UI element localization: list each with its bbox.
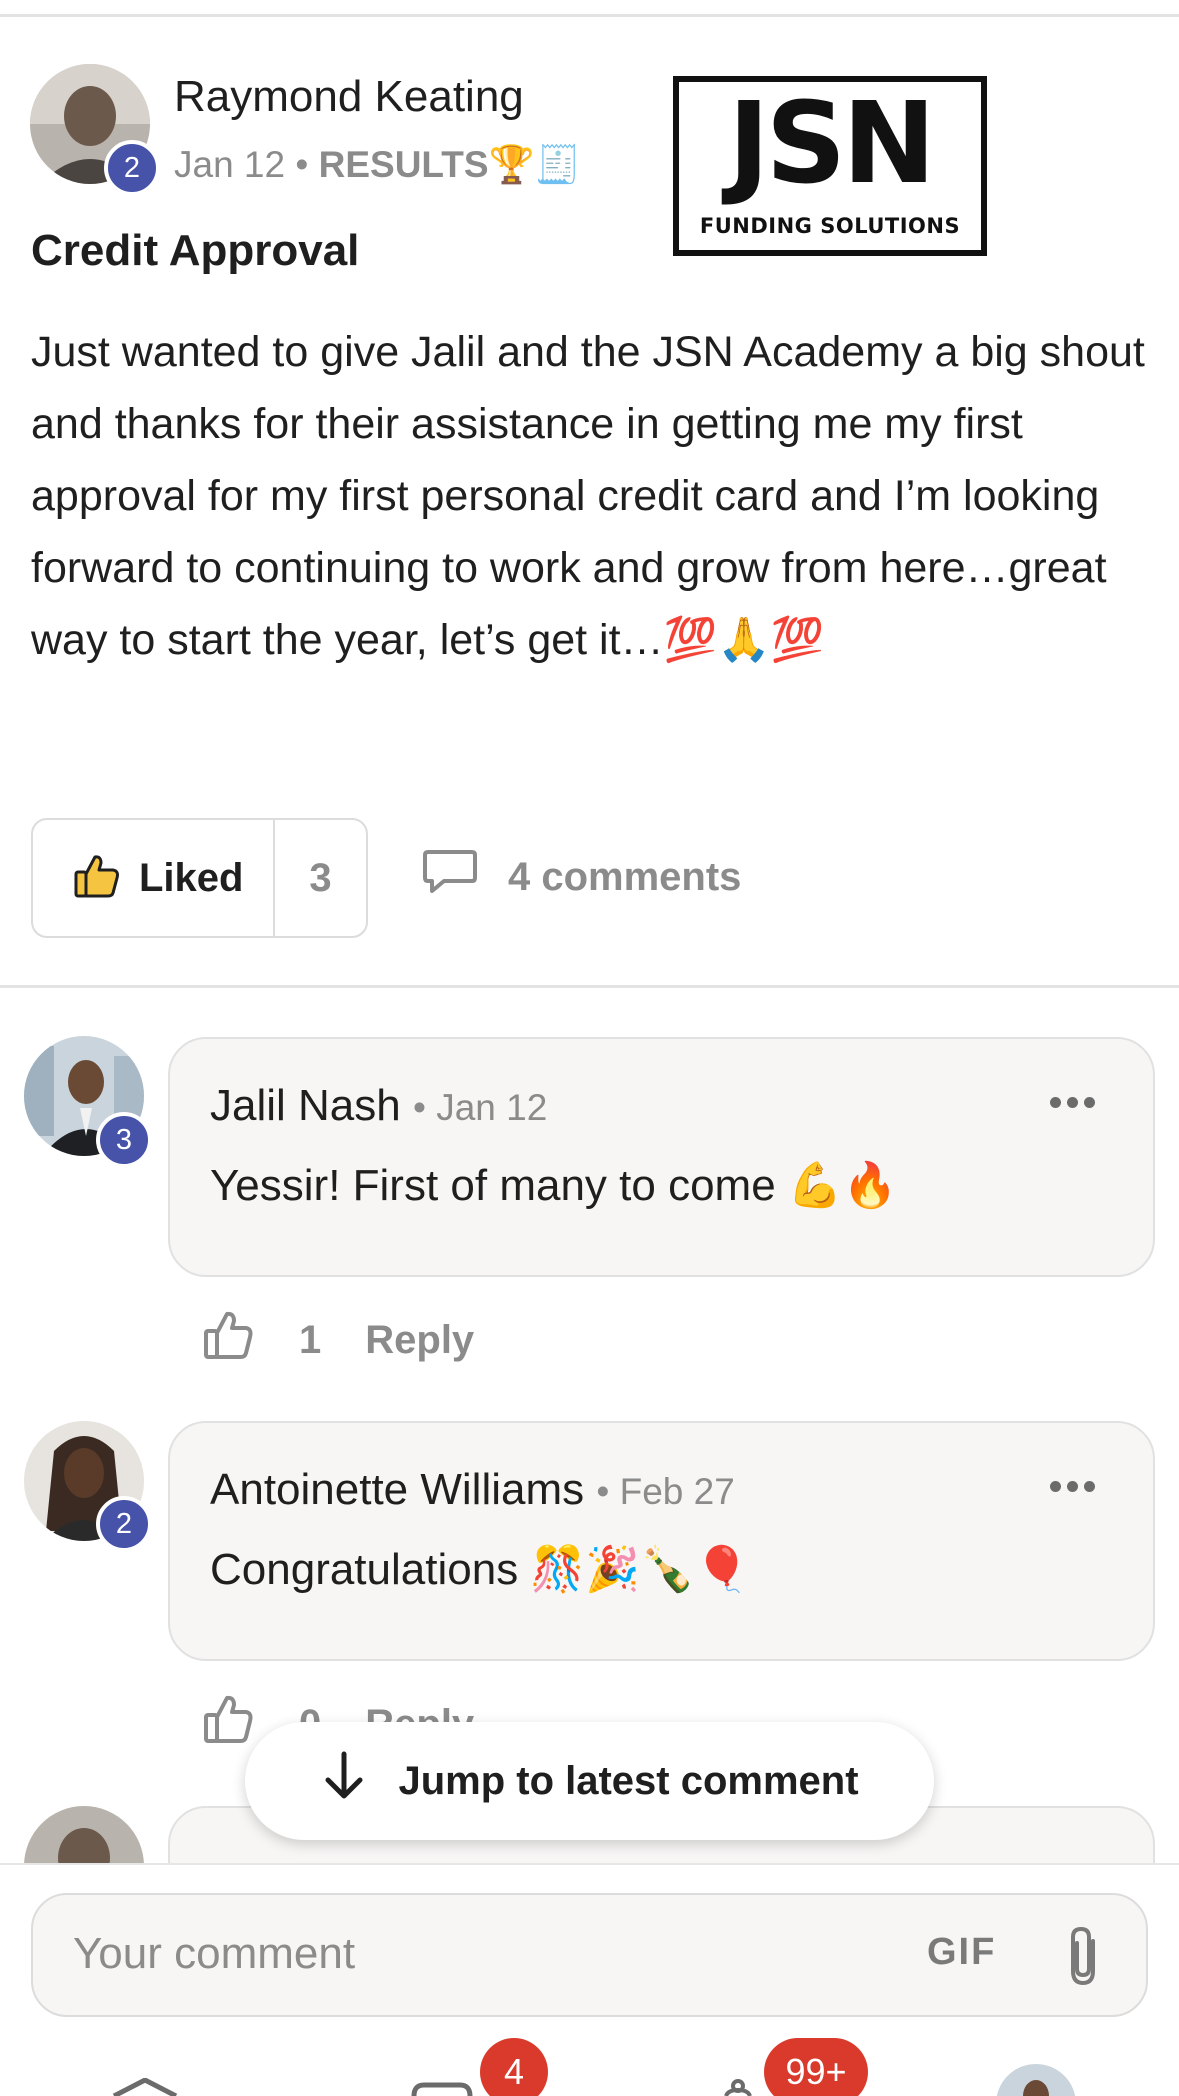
comments-link[interactable]: 4 comments	[422, 848, 741, 906]
comment-author-name[interactable]: Jalil Nash	[210, 1081, 401, 1130]
comments-count-label: 4 comments	[508, 854, 742, 899]
top-divider	[0, 14, 1179, 17]
post-date: Jan 12	[174, 144, 286, 185]
section-divider	[0, 985, 1179, 988]
logo-text: JSN	[727, 79, 936, 209]
more-options-icon[interactable]	[1050, 1481, 1095, 1492]
comment-text: Yessir! First of many to come 💪🔥	[210, 1161, 898, 1210]
commenter-level-badge: 3	[96, 1112, 152, 1168]
like-button[interactable]: Liked	[33, 820, 275, 936]
comment-bubble: Antoinette Williams • Feb 27 Congratulat…	[168, 1421, 1155, 1661]
comment-bubble-icon	[422, 848, 478, 906]
author-name[interactable]: Raymond Keating	[174, 72, 524, 122]
comment-text: Congratulations 🎊🎉🍾🎈	[210, 1545, 750, 1594]
comment-author-line: Jalil Nash • Jan 12	[210, 1081, 547, 1131]
jsn-logo-image[interactable]: JSN FUNDING SOLUTIONS	[673, 76, 987, 256]
thumbs-up-icon	[73, 853, 121, 904]
meta-separator: •	[295, 144, 309, 185]
commenter-level-badge: 2	[96, 1496, 152, 1552]
gif-button[interactable]: GIF	[927, 1931, 996, 1974]
like-control: Liked 3	[31, 818, 368, 938]
thumbs-up-outline-icon[interactable]	[203, 1310, 255, 1370]
post-category[interactable]: RESULTS🏆🧾	[319, 144, 581, 185]
comment-bubble: Jalil Nash • Jan 12 Yessir! First of man…	[168, 1037, 1155, 1277]
comment-input[interactable]: Your comment GIF	[31, 1893, 1148, 2017]
like-count[interactable]: 3	[275, 856, 366, 901]
jump-label: Jump to latest comment	[398, 1758, 859, 1803]
logo-subtext: FUNDING SOLUTIONS	[699, 214, 961, 238]
home-icon[interactable]	[110, 2077, 180, 2096]
post-title: Credit Approval	[31, 226, 360, 275]
comment-date: • Jan 12	[412, 1087, 548, 1128]
like-label: Liked	[139, 855, 244, 900]
notifications-badge: 99+	[764, 2038, 868, 2096]
author-level-badge: 2	[104, 140, 160, 196]
comment-like-count: 1	[299, 1317, 322, 1362]
comment-author-name[interactable]: Antoinette Williams	[210, 1465, 584, 1514]
bell-icon[interactable]	[718, 2078, 758, 2096]
paperclip-icon[interactable]	[1063, 1923, 1103, 1994]
reply-button[interactable]: Reply	[365, 1318, 474, 1363]
post-meta: Jan 12 • RESULTS🏆🧾	[174, 144, 581, 187]
comment-actions: 1 Reply	[203, 1310, 474, 1370]
jump-to-latest-button[interactable]: Jump to latest comment	[245, 1722, 934, 1840]
comment-placeholder: Your comment	[73, 1929, 356, 1978]
chat-icon[interactable]	[410, 2082, 474, 2096]
comment-date: • Feb 27	[596, 1471, 735, 1512]
thumbs-up-outline-icon[interactable]	[203, 1694, 255, 1754]
comment-author-line: Antoinette Williams • Feb 27	[210, 1465, 735, 1515]
arrow-down-icon	[320, 1750, 368, 1812]
post-body: Just wanted to give Jalil and the JSN Ac…	[31, 328, 1145, 664]
more-options-icon[interactable]	[1050, 1097, 1095, 1108]
